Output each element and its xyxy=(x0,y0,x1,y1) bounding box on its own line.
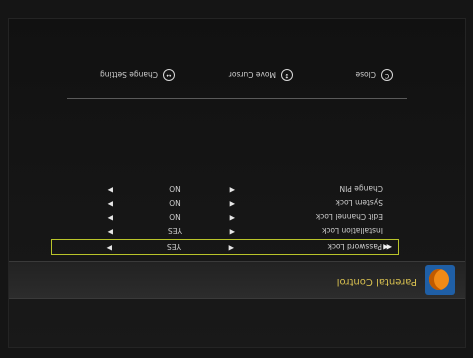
setting-label: Edit Channel Lock xyxy=(315,212,383,221)
page-title: Parental Control xyxy=(336,276,417,287)
setting-value: NO xyxy=(169,212,181,221)
setting-value: YES xyxy=(166,242,182,251)
change-setting-label: Change Setting xyxy=(100,70,158,80)
header-bar: Parental Control xyxy=(9,261,465,299)
setting-label: Installation Lock xyxy=(321,226,383,235)
arrow-right-icon[interactable]: ▶ xyxy=(108,214,113,222)
move-cursor-label: Move Cursor xyxy=(228,70,276,80)
setting-value: YES xyxy=(167,226,183,235)
arrow-left-icon[interactable]: ◀ xyxy=(229,244,234,252)
setting-row-change-pin[interactable]: Change PIN ◀ NO ▶ xyxy=(51,180,399,196)
setting-row-password-lock[interactable]: ◀◀ Password Lock ◀ YES ▶ xyxy=(51,239,399,255)
setting-row-installation-lock[interactable]: Installation Lock ◀ YES ▶ xyxy=(51,222,399,238)
move-cursor-hint[interactable]: ↕ Move Cursor xyxy=(229,69,293,81)
setting-label: System Lock xyxy=(335,198,383,207)
parental-control-icon xyxy=(425,265,455,295)
key-hints-bar: C Close ↕ Move Cursor ↔ Change Setting xyxy=(9,63,465,83)
arrow-right-icon[interactable]: ▶ xyxy=(108,186,113,194)
footer-divider xyxy=(67,98,407,99)
close-hint-label: Close xyxy=(355,70,376,80)
arrow-left-icon[interactable]: ◀ xyxy=(230,214,235,222)
setting-label: Change PIN xyxy=(339,184,383,193)
setting-row-edit-channel-lock[interactable]: Edit Channel Lock ◀ NO ▶ xyxy=(51,208,399,224)
tv-screen: Parental Control ◀◀ Password Lock ◀ YES … xyxy=(0,0,473,358)
setting-value: NO xyxy=(169,184,181,193)
close-hint[interactable]: C Close xyxy=(356,69,393,81)
close-key-icon: C xyxy=(381,69,393,81)
change-setting-hint[interactable]: ↔ Change Setting xyxy=(100,69,175,81)
change-key-icon: ↔ xyxy=(163,69,175,81)
move-key-icon: ↕ xyxy=(281,69,293,81)
arrow-left-icon[interactable]: ◀ xyxy=(230,186,235,194)
setting-row-system-lock[interactable]: System Lock ◀ NO ▶ xyxy=(51,194,399,210)
parental-control-panel: Parental Control ◀◀ Password Lock ◀ YES … xyxy=(8,18,466,348)
arrow-right-icon[interactable]: ▶ xyxy=(107,244,112,252)
arrow-left-icon[interactable]: ◀ xyxy=(230,228,235,236)
setting-value: NO xyxy=(169,198,181,207)
arrow-left-icon[interactable]: ◀ xyxy=(230,200,235,208)
setting-label: Password Lock xyxy=(327,242,382,251)
selected-indicator-icon: ◀◀ xyxy=(385,243,392,251)
arrow-right-icon[interactable]: ▶ xyxy=(108,200,113,208)
arrow-right-icon[interactable]: ▶ xyxy=(108,228,113,236)
